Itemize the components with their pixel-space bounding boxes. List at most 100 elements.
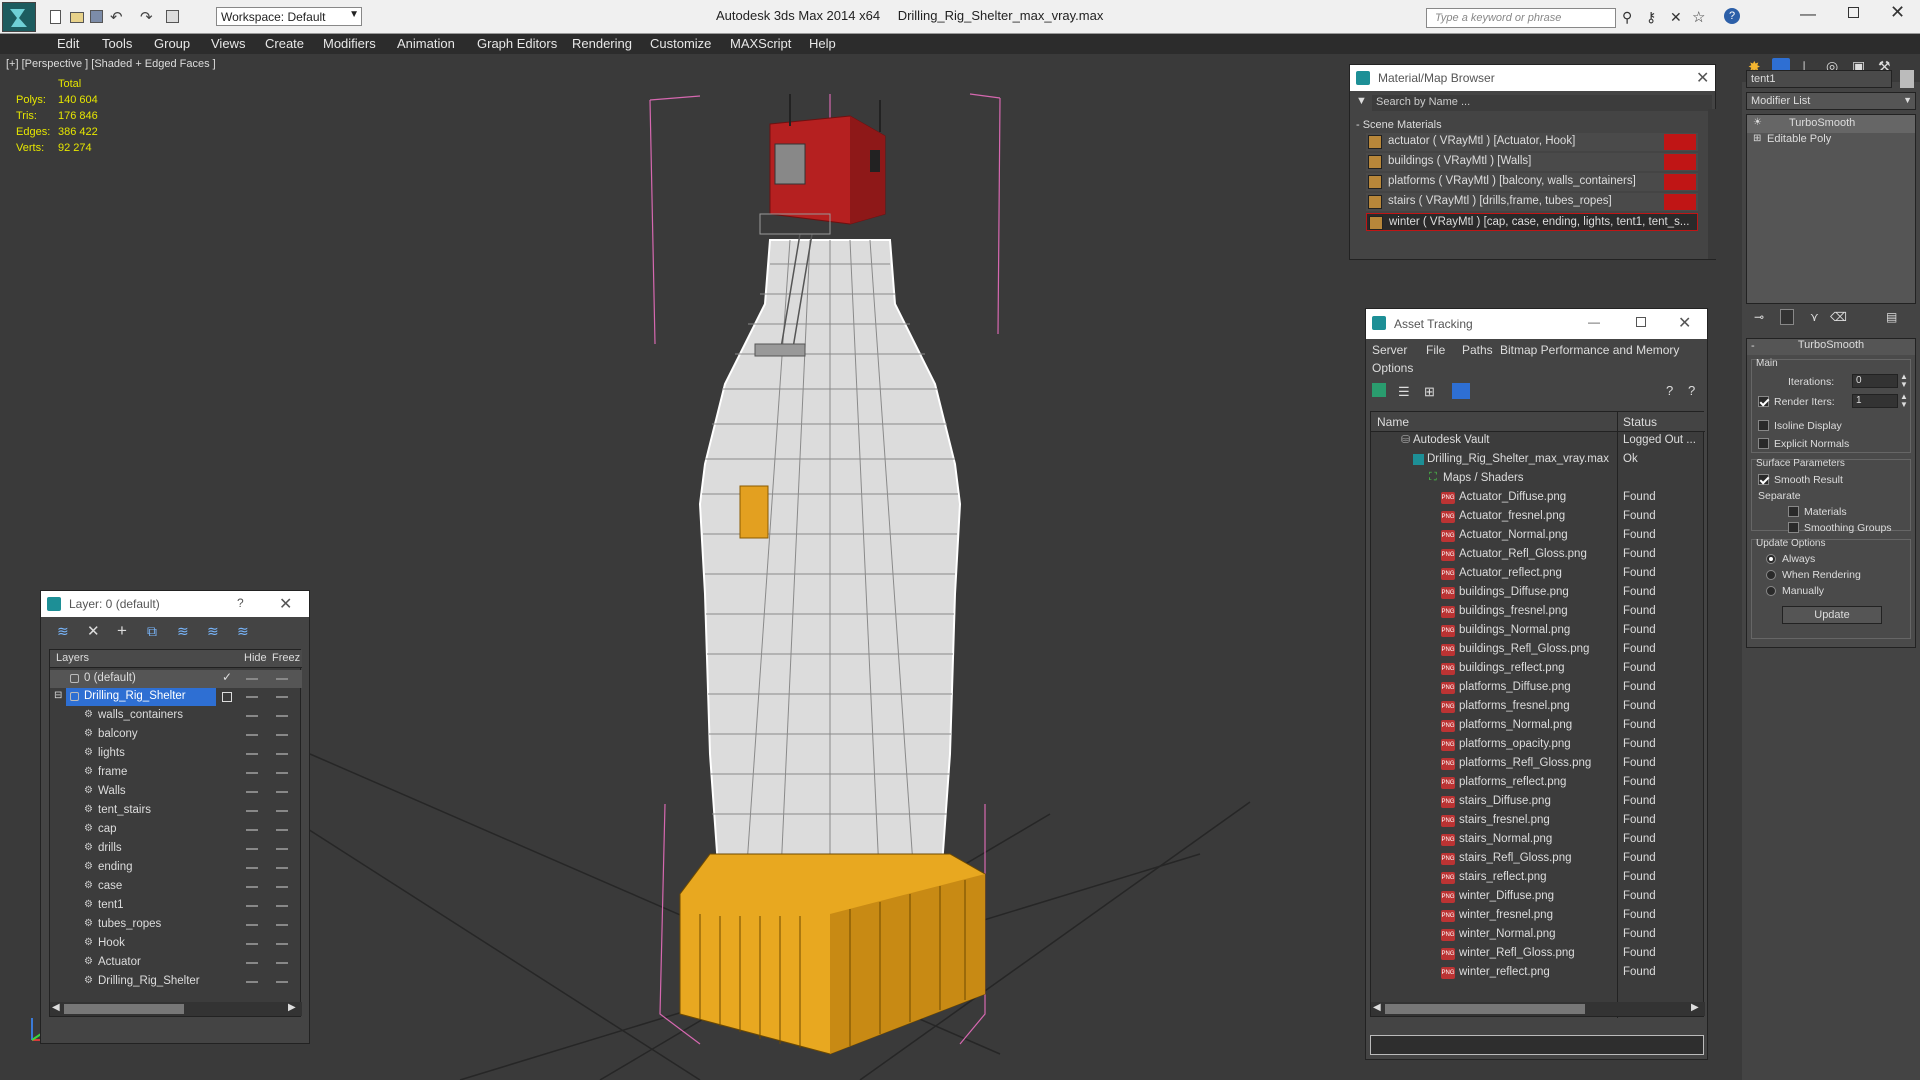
- smoothing-groups-checkbox[interactable]: [1788, 522, 1799, 533]
- new-file-icon[interactable]: [50, 10, 61, 24]
- map-row[interactable]: PNG Actuator_fresnel.png Found: [1371, 508, 1705, 526]
- hide-all-icon[interactable]: ≋: [207, 623, 219, 640]
- menu-create[interactable]: Create: [265, 36, 304, 51]
- layer-row-rig[interactable]: ⊟ Drilling_Rig_Shelter: [50, 688, 302, 706]
- freeze-toggle[interactable]: [276, 886, 288, 888]
- hold-icon[interactable]: [166, 10, 179, 23]
- table-view-icon[interactable]: ⊞: [1424, 384, 1435, 400]
- freeze-toggle[interactable]: [276, 867, 288, 869]
- expand-icon[interactable]: ⊞: [1753, 133, 1761, 144]
- scroll-right-icon[interactable]: ▶: [288, 1002, 296, 1013]
- minimize-icon[interactable]: —: [1800, 6, 1816, 24]
- hide-toggle[interactable]: [246, 772, 258, 774]
- menu-maxscript[interactable]: MAXScript: [730, 36, 791, 51]
- map-row[interactable]: PNG platforms_Diffuse.png Found: [1371, 679, 1705, 697]
- col-freeze[interactable]: Freez: [272, 652, 300, 664]
- freeze-toggle[interactable]: [276, 696, 288, 698]
- hide-toggle[interactable]: [246, 810, 258, 812]
- material-search[interactable]: Search by Name ...: [1372, 95, 1712, 111]
- spinner-arrows-icon[interactable]: ▲ ▼: [1900, 373, 1908, 389]
- col-status[interactable]: Status: [1623, 415, 1657, 429]
- binoculars-icon[interactable]: ⚲: [1622, 9, 1632, 26]
- freeze-all-icon[interactable]: ≋: [237, 623, 249, 640]
- asset-menu-server[interactable]: Server: [1372, 343, 1407, 357]
- object-name-field[interactable]: tent1: [1746, 70, 1892, 88]
- layer-object-row[interactable]: ⚙ Walls: [50, 783, 302, 801]
- save-icon[interactable]: [90, 10, 103, 23]
- app-logo-icon[interactable]: [2, 2, 36, 32]
- highlight-layer-icon[interactable]: ≋: [177, 623, 189, 640]
- layer-object-row[interactable]: ⚙ Drilling_Rig_Shelter: [50, 973, 302, 991]
- max-file-row[interactable]: Drilling_Rig_Shelter_max_vray.max Ok: [1371, 451, 1705, 469]
- add-to-layer-icon[interactable]: +: [117, 621, 127, 641]
- layer-object-row[interactable]: ⚙ lights: [50, 745, 302, 763]
- map-row[interactable]: PNG Actuator_Normal.png Found: [1371, 527, 1705, 545]
- search-options-icon[interactable]: ▼: [1356, 95, 1367, 107]
- freeze-toggle[interactable]: [276, 981, 288, 983]
- active-layer-check-icon[interactable]: ✓: [222, 670, 232, 684]
- hide-toggle[interactable]: [246, 886, 258, 888]
- map-row[interactable]: PNG platforms_Refl_Gloss.png Found: [1371, 755, 1705, 773]
- hide-toggle[interactable]: [246, 867, 258, 869]
- hide-toggle[interactable]: [246, 696, 258, 698]
- menu-graph-editors[interactable]: Graph Editors: [477, 36, 557, 51]
- map-row[interactable]: PNG winter_reflect.png Found: [1371, 964, 1705, 982]
- asset-menu-paths[interactable]: Paths: [1462, 343, 1493, 357]
- layer-object-row[interactable]: ⚙ tubes_ropes: [50, 916, 302, 934]
- collapse-icon[interactable]: ⊟: [54, 690, 62, 701]
- layer-row-default[interactable]: 0 (default) ✓: [50, 670, 302, 688]
- scene-materials-header[interactable]: - Scene Materials: [1356, 119, 1442, 131]
- layer-object-row[interactable]: ⚙ Hook: [50, 935, 302, 953]
- freeze-toggle[interactable]: [276, 791, 288, 793]
- redo-icon[interactable]: ↷: [140, 8, 153, 26]
- freeze-toggle[interactable]: [276, 678, 288, 680]
- asset-path-field[interactable]: [1370, 1035, 1704, 1055]
- menu-tools[interactable]: Tools: [102, 36, 132, 51]
- manually-radio[interactable]: [1766, 586, 1776, 596]
- menu-help[interactable]: Help: [809, 36, 836, 51]
- scroll-thumb[interactable]: [64, 1004, 184, 1014]
- refresh-icon[interactable]: [1372, 383, 1386, 397]
- scroll-right-icon[interactable]: ▶: [1691, 1002, 1699, 1013]
- iterations-spinner[interactable]: 0: [1852, 374, 1898, 388]
- scroll-thumb[interactable]: [1385, 1004, 1585, 1014]
- maximize-icon[interactable]: [1848, 7, 1859, 18]
- hide-toggle[interactable]: [246, 829, 258, 831]
- layer-object-row[interactable]: ⚙ case: [50, 878, 302, 896]
- show-end-result-icon[interactable]: [1780, 309, 1794, 325]
- object-color-swatch[interactable]: [1900, 70, 1914, 88]
- layer-object-row[interactable]: ⚙ walls_containers: [50, 707, 302, 725]
- layer-object-row[interactable]: ⚙ frame: [50, 764, 302, 782]
- asset-maximize-icon[interactable]: [1636, 317, 1646, 327]
- hide-toggle[interactable]: [246, 924, 258, 926]
- pin-stack-icon[interactable]: ⊸: [1754, 310, 1764, 324]
- map-row[interactable]: PNG buildings_Normal.png Found: [1371, 622, 1705, 640]
- hide-toggle[interactable]: [246, 734, 258, 736]
- map-row[interactable]: PNG buildings_reflect.png Found: [1371, 660, 1705, 678]
- layer-object-row[interactable]: ⚙ ending: [50, 859, 302, 877]
- stack-item-editable-poly[interactable]: ⊞ Editable Poly: [1747, 131, 1915, 149]
- asset-help-icon[interactable]: ?: [1666, 383, 1673, 398]
- make-unique-icon[interactable]: ⋎: [1810, 310, 1819, 324]
- when-rendering-radio[interactable]: [1766, 570, 1776, 580]
- layer-hscrollbar[interactable]: ◀ ▶: [50, 1002, 302, 1016]
- map-row[interactable]: PNG platforms_fresnel.png Found: [1371, 698, 1705, 716]
- hide-toggle[interactable]: [246, 791, 258, 793]
- menu-views[interactable]: Views: [211, 36, 245, 51]
- map-row[interactable]: PNG Actuator_Diffuse.png Found: [1371, 489, 1705, 507]
- layer-panel-close-icon[interactable]: ✕: [279, 594, 292, 614]
- open-file-icon[interactable]: [70, 12, 84, 23]
- map-row[interactable]: PNG winter_fresnel.png Found: [1371, 907, 1705, 925]
- render-iters-spinner[interactable]: 1: [1852, 394, 1898, 408]
- map-row[interactable]: PNG stairs_Refl_Gloss.png Found: [1371, 850, 1705, 868]
- create-layer-icon[interactable]: ≋: [57, 623, 69, 640]
- map-row[interactable]: PNG Actuator_reflect.png Found: [1371, 565, 1705, 583]
- hide-toggle[interactable]: [246, 848, 258, 850]
- exchange-icon[interactable]: ✕: [1670, 9, 1682, 26]
- map-row[interactable]: PNG platforms_reflect.png Found: [1371, 774, 1705, 792]
- material-item[interactable]: winter ( VRayMtl ) [cap, case, ending, l…: [1366, 213, 1698, 231]
- hide-toggle[interactable]: [246, 678, 258, 680]
- hide-toggle[interactable]: [246, 962, 258, 964]
- star-icon[interactable]: ☆: [1692, 8, 1705, 26]
- asset-menu-bitmap[interactable]: Bitmap Performance and Memory: [1500, 343, 1679, 357]
